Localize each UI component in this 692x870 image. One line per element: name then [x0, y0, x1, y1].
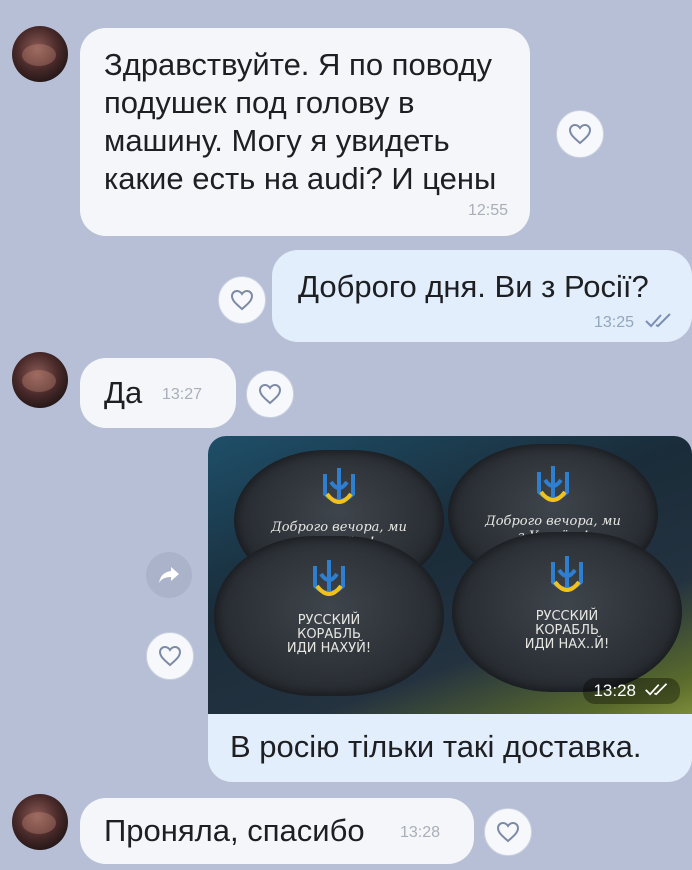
incoming-message[interactable]: Проняла, спасибо 13:28 — [80, 798, 474, 864]
double-check-icon — [644, 681, 670, 701]
photo-time-overlay: 13:28 — [583, 678, 680, 704]
contact-avatar[interactable] — [12, 352, 68, 408]
outgoing-message[interactable]: Доброго дня. Ви з Росії? 13:25 — [272, 250, 692, 342]
trident-emblem — [313, 560, 345, 596]
pillow-image: РУССКИЙ КОРАБЛЬ ИДИ НАХУЙ! — [214, 536, 444, 696]
incoming-message[interactable]: Да 13:27 — [80, 358, 236, 428]
double-check-icon — [644, 312, 674, 333]
message-text: Доброго дня. Ви з Росії? — [298, 269, 649, 304]
message-time: 13:28 — [593, 681, 636, 700]
photo-caption: В росію тільки такі доставка. — [230, 729, 642, 764]
message-time: 13:27 — [162, 386, 203, 403]
pillow-image: РУССКИЙ КОРАБЛЬ ИДИ НАХ..Й! — [452, 532, 682, 692]
pillow-caption-line: КОРАБЛЬ — [535, 623, 599, 638]
contact-avatar[interactable] — [12, 794, 68, 850]
outgoing-photo-message[interactable]: Доброго вечора, ми з України! Доброго ве… — [208, 436, 692, 782]
pillow-caption-line: РУССКИЙ — [297, 613, 361, 628]
message-time: 13:25 — [593, 314, 634, 331]
incoming-message[interactable]: Здравствуйте. Я по поводу подушек под го… — [80, 28, 530, 236]
pillow-caption-line: КОРАБЛЬ — [297, 627, 361, 642]
heart-outline-icon[interactable] — [556, 110, 604, 158]
message-text: Здравствуйте. Я по поводу подушек под го… — [104, 47, 497, 196]
trident-emblem — [323, 468, 355, 504]
share-arrow-icon[interactable] — [146, 552, 192, 598]
pillow-caption-line: ИДИ НАХ..Й! — [524, 637, 610, 652]
heart-outline-icon[interactable] — [484, 808, 532, 856]
heart-outline-icon[interactable] — [218, 276, 266, 324]
contact-avatar[interactable] — [12, 26, 68, 82]
pillow-caption-line: РУССКИЙ — [535, 609, 599, 624]
message-text: Проняла, спасибо — [104, 813, 365, 848]
trident-emblem — [551, 556, 583, 592]
message-time: 12:55 — [467, 202, 508, 219]
message-text: Да — [104, 375, 143, 410]
heart-outline-icon[interactable] — [146, 632, 194, 680]
pillow-caption-line: ИДИ НАХУЙ! — [286, 641, 372, 656]
heart-outline-icon[interactable] — [246, 370, 294, 418]
photo-attachment[interactable]: Доброго вечора, ми з України! Доброго ве… — [208, 436, 692, 714]
trident-emblem — [537, 466, 569, 502]
message-time: 13:28 — [400, 824, 441, 841]
